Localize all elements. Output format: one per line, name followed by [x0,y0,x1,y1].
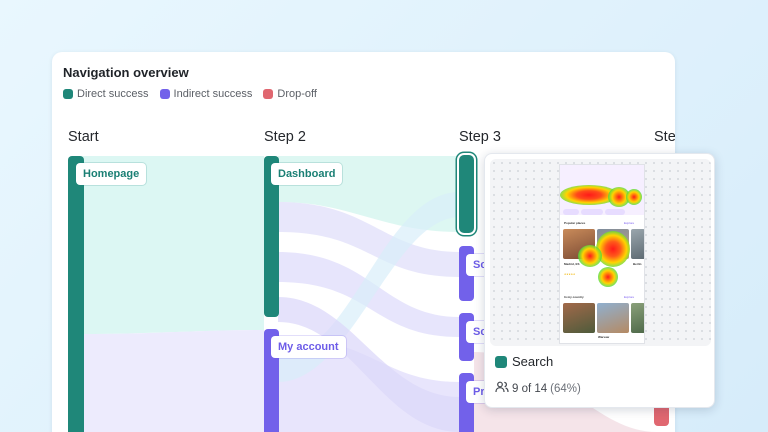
heatmap-hotspot [626,189,642,205]
node-bar-homepage[interactable] [68,156,84,432]
step-label-step-4: Step 4 [654,129,675,145]
users-icon [495,381,509,396]
panel-title: Navigation overview [63,65,189,80]
popup-participant-stats: 9 of 14 (64%) [495,381,581,396]
legend-indirect-success: Indirect success [159,88,253,100]
step-label-start: Start [68,129,99,145]
heatmap-hotspot [578,245,602,267]
legend-indirect-success-label: Indirect success [173,88,253,100]
thumbnail-place-image [597,303,629,333]
popup-node-name: Search [495,354,553,369]
popup-node-name-text: Search [512,354,554,369]
direct-success-swatch [63,89,73,99]
thumbnail-explore-link-2: Explore [624,295,635,299]
thumbnail-chip [581,209,603,215]
thumbnail-chip [605,209,625,215]
indirect-success-swatch [159,89,170,99]
legend: Direct success Indirect success Drop-off [63,88,317,100]
thumbnail-place-warsaw: Warsaw [598,335,610,339]
popup-node-swatch [495,355,507,368]
popup-count: 9 of 14 [512,382,548,395]
node-detail-popup: Popular places Explore Madrid, ES ★★★★★ … [484,153,715,408]
thumbnail-place-madrid: Madrid, ES [564,262,580,266]
legend-direct-success: Direct success [63,88,149,100]
thumbnail-explore-link: Explore [624,221,635,225]
thumbnail-section-country: In my country [564,295,584,299]
thumbnail-place-image [563,303,595,333]
step-label-step-2: Step 2 [264,129,306,145]
heatmap-hotspot [598,267,618,287]
node-label-my-account[interactable]: My account [271,336,346,358]
thumbnail-rating: ★★★★★ [564,273,576,276]
legend-drop-off: Drop-off [263,88,317,100]
flow-start-myaccount [82,330,264,432]
thumbnail-place-image [631,229,644,259]
popup-percent: (64%) [550,382,581,395]
drop-off-swatch [263,89,274,99]
legend-direct-success-label: Direct success [77,88,149,100]
node-label-dashboard[interactable]: Dashboard [271,163,343,185]
thumbnail-place-image [631,303,644,333]
screen-preview-heatmap: Popular places Explore Madrid, ES ★★★★★ … [490,159,711,346]
heatmap-hotspot [596,231,630,267]
step-label-step-3: Step 3 [459,129,501,145]
thumbnail-section-popular: Popular places [564,221,586,225]
legend-drop-off-label: Drop-off [277,88,317,100]
node-bar-search-selected[interactable] [459,155,474,233]
thumbnail-place-berlin: Berlin [633,262,642,266]
node-label-homepage[interactable]: Homepage [76,163,147,185]
thumbnail-chip [563,209,579,215]
